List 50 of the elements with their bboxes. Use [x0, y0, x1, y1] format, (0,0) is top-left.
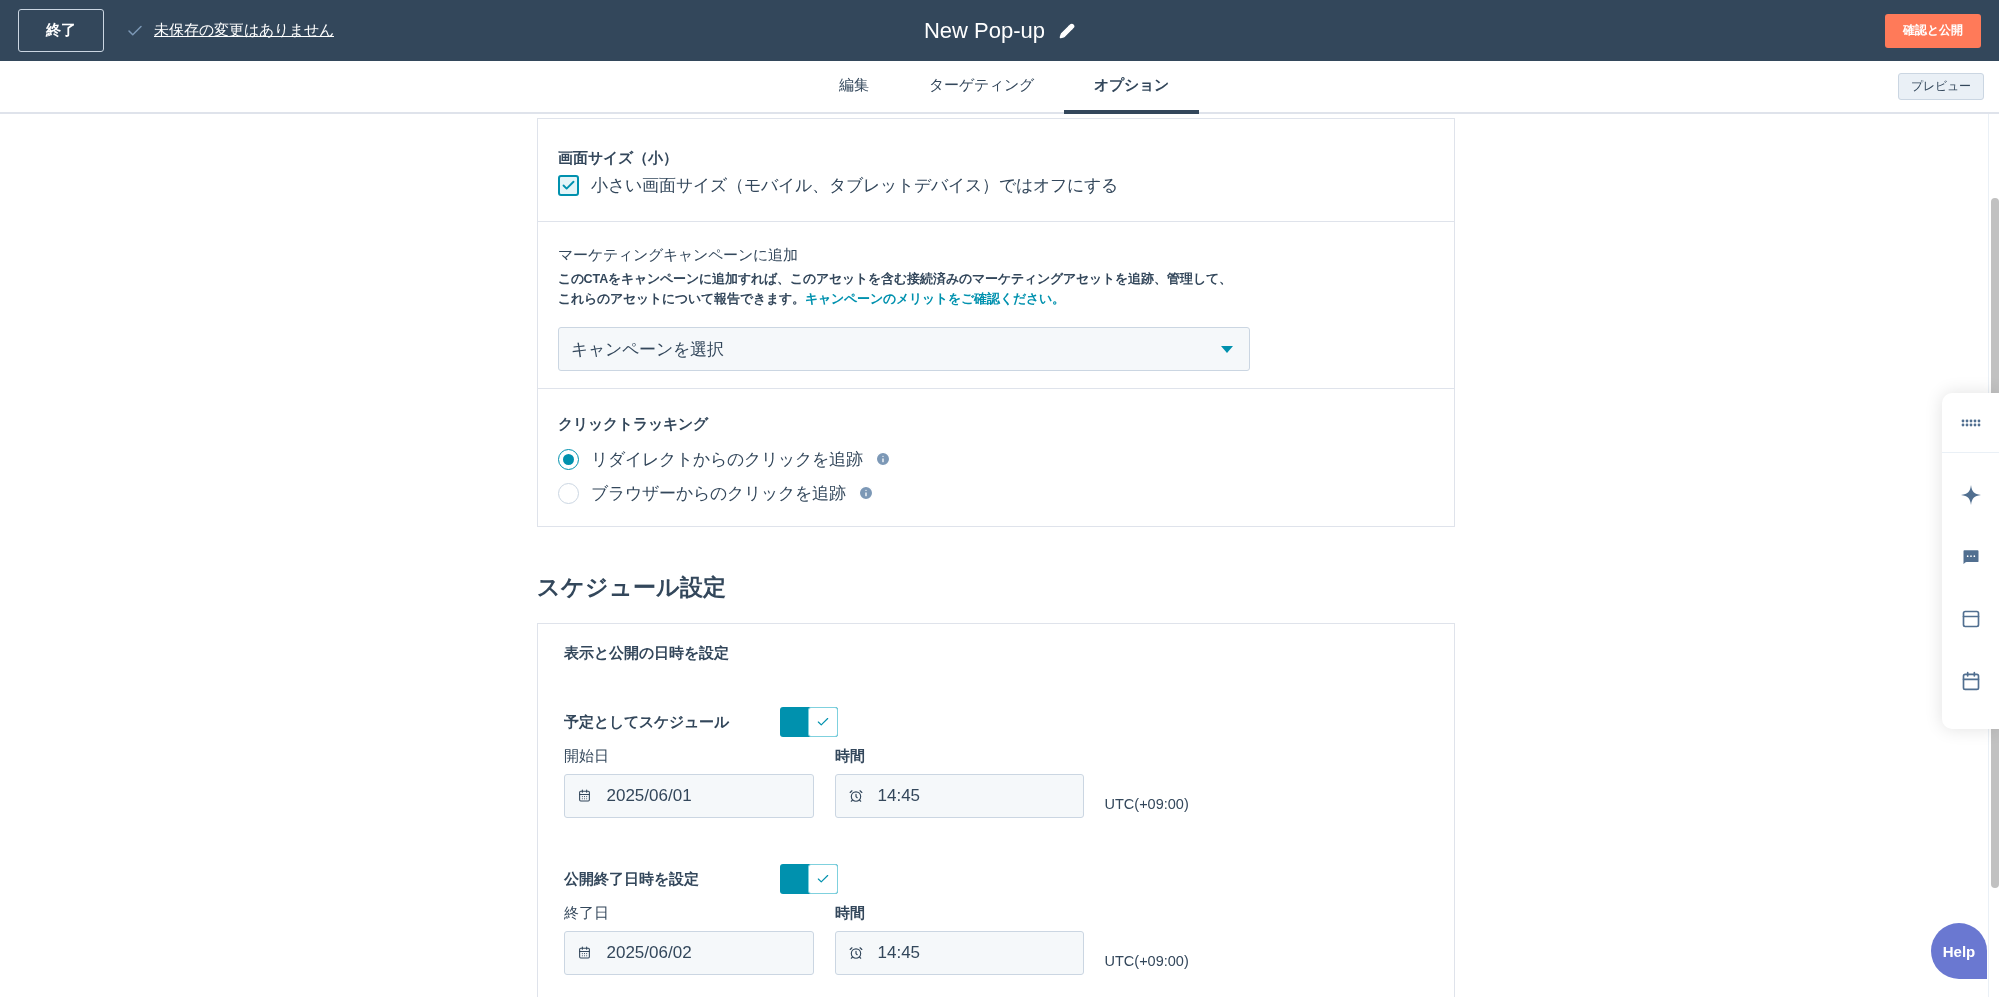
- field-label: 開始日: [563, 747, 610, 766]
- field-label: 時間: [834, 904, 866, 923]
- time-field[interactable]: 14:45: [834, 774, 1084, 818]
- info-icon[interactable]: [857, 485, 874, 501]
- check-icon: [560, 178, 576, 193]
- check-icon: [815, 872, 830, 886]
- save-status[interactable]: 未保存の変更はありません: [154, 21, 334, 40]
- card-heading: 表示と公開の日時を設定: [563, 644, 730, 663]
- clock-icon: [848, 946, 863, 960]
- caret-icon: [1220, 345, 1233, 353]
- check-icon: [815, 715, 830, 729]
- time-field[interactable]: 14:45: [834, 931, 1084, 975]
- campaign-select[interactable]: キャンペーンを選択: [557, 327, 1250, 371]
- clock-icon: [848, 789, 863, 803]
- checkbox[interactable]: [557, 175, 579, 196]
- campaign-description: このCTAをキャンペーンに追加すれば、このアセットを含む接続済みのマーケティングアセットを追跡、管理して、これらのアセットについて報告できます。キャンペーンのメリットをご確認ください。: [557, 271, 1234, 308]
- info-icon[interactable]: [874, 451, 891, 467]
- section-heading: マーケティングキャンペーンに追加: [557, 246, 799, 265]
- section-title: スケジュール設定: [536, 573, 727, 602]
- chat-icon[interactable]: [1960, 547, 1981, 567]
- toggle-switch[interactable]: [779, 864, 838, 894]
- date-field[interactable]: 2025/06/01: [563, 774, 814, 818]
- timezone-label: UTC(+09:00): [1104, 796, 1190, 812]
- field-label: 時間: [834, 747, 866, 766]
- tab[interactable]: ターゲティング: [898, 61, 1064, 114]
- radio-label[interactable]: ブラウザーからのクリックを追跡: [590, 481, 846, 505]
- toggle-switch[interactable]: [779, 707, 838, 737]
- radio-label[interactable]: リダイレクトからのクリックを追跡: [590, 447, 863, 471]
- tab[interactable]: オプション: [1063, 61, 1199, 114]
- window-icon[interactable]: [1960, 609, 1981, 629]
- checkbox-label[interactable]: 小さい画面サイズ（モバイル、タブレットデバイス）ではオフにする: [590, 174, 1118, 197]
- section-heading: クリックトラッキング: [557, 415, 710, 434]
- toggle-label: 公開終了日時を設定: [563, 869, 700, 889]
- help-button[interactable]: Help: [1931, 923, 1987, 979]
- edit-icon[interactable]: [1059, 22, 1076, 39]
- calendar-icon[interactable]: [1960, 671, 1981, 691]
- toggle-label: 予定としてスケジュール: [563, 712, 730, 732]
- calendar-icon: [577, 789, 591, 802]
- exit-button[interactable]: 終了: [18, 9, 104, 52]
- page-title: New Pop-up: [923, 17, 1046, 44]
- campaign-link[interactable]: キャンペーンのメリットをご確認ください。: [804, 292, 1065, 306]
- date-field[interactable]: 2025/06/02: [563, 931, 814, 975]
- grid-dots-icon[interactable]: [1960, 418, 1981, 427]
- sparkle-icon[interactable]: [1960, 485, 1981, 505]
- section-heading: 画面サイズ（小）: [557, 149, 679, 168]
- tab[interactable]: 編集: [808, 61, 899, 114]
- preview-button[interactable]: プレビュー: [1898, 73, 1984, 100]
- timezone-label: UTC(+09:00): [1104, 953, 1190, 969]
- field-label: 終了日: [563, 904, 610, 923]
- calendar-icon: [577, 946, 591, 959]
